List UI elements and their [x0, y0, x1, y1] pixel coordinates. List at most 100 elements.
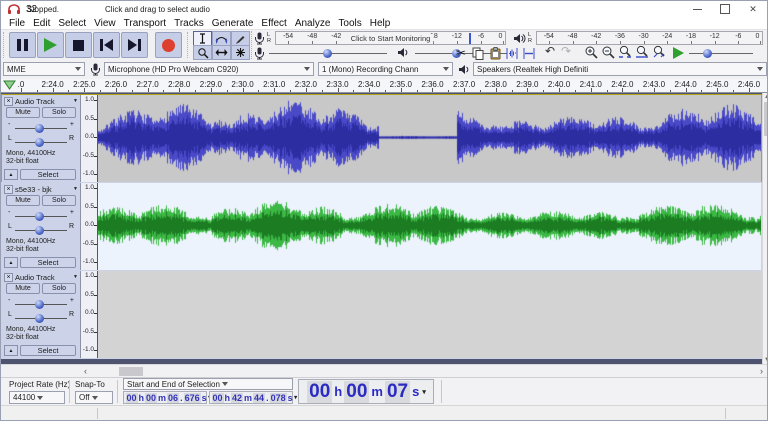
collapse-button[interactable]: ▲ [4, 257, 18, 268]
draw-tool-button[interactable] [231, 31, 250, 46]
zoom-in-button[interactable] [583, 45, 599, 59]
pan-slider[interactable]: L R [6, 135, 76, 148]
gain-slider[interactable]: - + [6, 121, 76, 134]
playback-device-select[interactable]: Speakers (Realtek High Definiti [473, 62, 767, 76]
timeline-pin-icon[interactable] [3, 80, 16, 91]
redo-button[interactable]: ↷ [561, 44, 571, 58]
menu-edit[interactable]: Edit [29, 18, 54, 29]
play-speed-slider[interactable] [689, 53, 753, 54]
selection-start-field[interactable]: 00h00m06.676s▾ [123, 391, 207, 404]
pan-slider[interactable]: L R [6, 311, 76, 324]
gain-slider[interactable]: - + [6, 297, 76, 310]
collapse-button[interactable]: ▲ [4, 169, 18, 180]
skip-to-start-button[interactable] [93, 32, 120, 58]
gain-thumb[interactable] [35, 212, 44, 221]
chevron-down-icon[interactable]: ▾ [422, 388, 426, 396]
zoom-selection-button[interactable] [617, 45, 633, 59]
vertical-scroll-thumb[interactable] [764, 102, 768, 136]
timeline-ruler[interactable]: .02:24.02:25.02:26.02:27.02:28.02:29.02:… [1, 79, 767, 93]
copy-button[interactable] [470, 46, 486, 60]
zoom-toggle-button[interactable] [651, 45, 667, 59]
chevron-down-icon[interactable]: ▾ [294, 394, 297, 401]
track-name[interactable]: Audio Track [15, 97, 73, 106]
playback-meter[interactable]: -54-48-42-36-30-24-18-12-60 [536, 31, 763, 45]
menu-view[interactable]: View [90, 18, 120, 29]
project-rate-select[interactable]: 44100 [9, 391, 65, 404]
track-menu-arrow-icon[interactable]: ▼ [73, 186, 78, 192]
track-close-button[interactable]: × [4, 185, 13, 194]
scroll-up-arrow-icon[interactable]: ▲ [764, 94, 768, 100]
recording-volume-thumb[interactable] [323, 49, 332, 58]
envelope-tool-button[interactable] [212, 31, 231, 46]
pan-thumb[interactable] [35, 138, 44, 147]
audio-position-display[interactable]: 00h00m07s▾ [298, 379, 434, 404]
play-button[interactable] [37, 32, 64, 58]
menu-help[interactable]: Help [366, 18, 395, 29]
select-button[interactable]: Select [20, 257, 76, 268]
track-menu-arrow-icon[interactable]: ▼ [73, 98, 78, 104]
tools-toolbar-grip[interactable] [187, 32, 190, 58]
close-button[interactable]: ✕ [739, 1, 767, 17]
stop-button[interactable] [65, 32, 92, 58]
track-waveform[interactable] [98, 95, 761, 182]
minimize-button[interactable] [683, 1, 711, 17]
zoom-project-button[interactable] [634, 45, 650, 59]
skip-to-end-button[interactable] [121, 32, 148, 58]
track-waveform[interactable] [98, 271, 761, 358]
recording-channels-select[interactable]: 1 (Mono) Recording Chann [318, 62, 453, 76]
track-waveform[interactable] [98, 183, 761, 270]
silence-audio-button[interactable] [521, 46, 537, 60]
scroll-right-arrow-icon[interactable]: › [760, 367, 763, 376]
maximize-button[interactable] [711, 1, 739, 17]
trim-audio-button[interactable] [504, 46, 520, 60]
track-menu-arrow-icon[interactable]: ▼ [73, 274, 78, 280]
meter-monitoring-text[interactable]: Click to Start Monitoring [348, 34, 434, 43]
select-button[interactable]: Select [20, 345, 76, 356]
menu-tracks[interactable]: Tracks [170, 18, 208, 29]
mute-button[interactable]: Mute [6, 195, 40, 206]
horizontal-scroll-thumb[interactable] [119, 367, 143, 376]
horizontal-scrollbar[interactable]: ‹ › [1, 364, 768, 377]
gain-thumb[interactable] [35, 124, 44, 133]
scroll-left-arrow-icon[interactable]: ‹ [84, 367, 87, 376]
menu-file[interactable]: File [5, 18, 29, 29]
menu-effect[interactable]: Effect [257, 18, 290, 29]
vertical-scrollbar[interactable]: ▲ ▼ [762, 93, 768, 364]
tracks-area[interactable]: × Audio Track ▼ Mute Solo - + L R Mono, … [1, 93, 762, 364]
zoom-tool-button[interactable] [193, 45, 212, 60]
solo-button[interactable]: Solo [42, 195, 76, 206]
menu-tools[interactable]: Tools [334, 18, 365, 29]
play-at-speed-button[interactable] [673, 47, 684, 59]
pan-thumb[interactable] [35, 226, 44, 235]
play-speed-thumb[interactable] [703, 49, 712, 58]
track-close-button[interactable]: × [4, 273, 13, 282]
menu-select[interactable]: Select [54, 18, 90, 29]
paste-button[interactable] [487, 46, 503, 60]
toolbar-grip[interactable] [3, 32, 6, 58]
selection-mode-select[interactable]: Start and End of Selection [123, 378, 293, 390]
snap-to-select[interactable]: Off [75, 391, 113, 404]
menu-analyze[interactable]: Analyze [291, 18, 335, 29]
pause-button[interactable] [9, 32, 36, 58]
menu-transport[interactable]: Transport [120, 18, 170, 29]
scroll-down-arrow-icon[interactable]: ▼ [764, 357, 768, 363]
cut-button[interactable]: ✂ [453, 46, 469, 60]
solo-button[interactable]: Solo [42, 283, 76, 294]
gain-slider[interactable]: - + [6, 209, 76, 222]
pan-slider[interactable]: L R [6, 223, 76, 236]
track-close-button[interactable]: × [4, 97, 13, 106]
collapse-button[interactable]: ▲ [4, 345, 18, 356]
time-shift-tool-button[interactable] [212, 45, 231, 60]
recording-meter[interactable]: -54-48-42-18-12-60Click to Start Monitor… [275, 31, 506, 45]
undo-button[interactable]: ↶ [545, 44, 555, 58]
selection-tool-button[interactable] [193, 31, 212, 46]
zoom-out-button[interactable] [600, 45, 616, 59]
select-button[interactable]: Select [20, 169, 76, 180]
record-button[interactable] [155, 32, 182, 58]
mute-button[interactable]: Mute [6, 283, 40, 294]
mute-button[interactable]: Mute [6, 107, 40, 118]
gain-thumb[interactable] [35, 300, 44, 309]
pan-thumb[interactable] [35, 314, 44, 323]
track-name[interactable]: s5e33 - bjk [15, 185, 73, 194]
menu-generate[interactable]: Generate [208, 18, 258, 29]
